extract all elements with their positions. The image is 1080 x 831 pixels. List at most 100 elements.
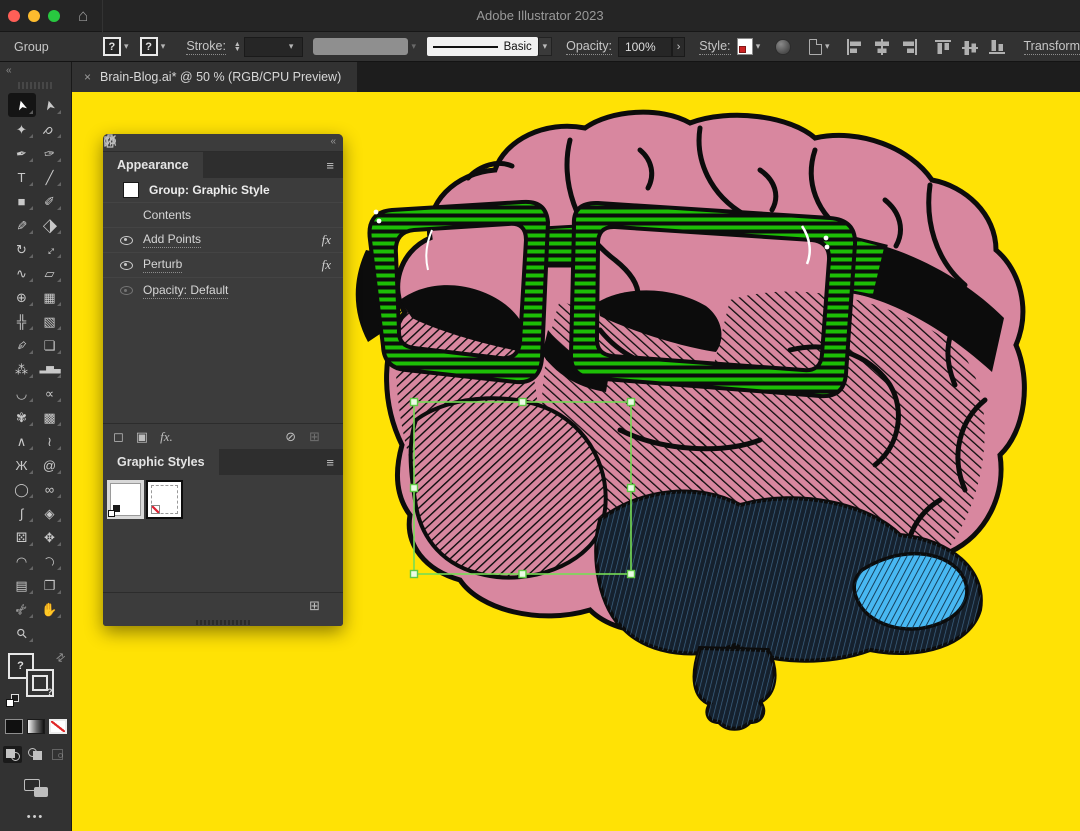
- close-window-button[interactable]: [8, 10, 20, 22]
- tool-symbol-sprayer[interactable]: ⁂: [8, 357, 36, 381]
- document-setup-chevron-icon[interactable]: ▾: [825, 41, 830, 52]
- tool-width[interactable]: ∿: [8, 261, 36, 285]
- vertical-align-bottom-icon[interactable]: [988, 38, 1008, 56]
- appearance-row-group-style[interactable]: Group: Graphic Style: [103, 178, 343, 203]
- tool-lasso-select[interactable]: ∝: [36, 381, 64, 405]
- graphic-style-default-swatch[interactable]: [107, 480, 144, 519]
- vertical-align-center-icon[interactable]: [961, 38, 981, 56]
- stroke-dropdown-chevron-icon[interactable]: ▾: [161, 41, 166, 52]
- appearance-row-contents[interactable]: Contents: [103, 203, 343, 228]
- selection-handle[interactable]: [411, 485, 418, 492]
- artboard-canvas[interactable]: × « Appearance ≡ Group: Graphic Style: [72, 92, 1080, 831]
- add-new-stroke-icon[interactable]: ◻: [113, 429, 124, 445]
- tool-twirl[interactable]: @: [36, 453, 64, 477]
- graphic-style-swatch[interactable]: [737, 38, 753, 55]
- tool-gradient[interactable]: ▧: [36, 309, 64, 333]
- toolbar-collapse-icon[interactable]: «: [6, 65, 11, 76]
- tool-texture[interactable]: ▩: [36, 405, 64, 429]
- tool-binoculars[interactable]: ∞: [36, 477, 64, 501]
- tool-measure[interactable]: ▤: [8, 573, 36, 597]
- width-profile-chevron-icon[interactable]: ▾: [411, 41, 416, 52]
- graphic-style-custom-swatch[interactable]: [146, 480, 183, 519]
- duplicate-item-icon[interactable]: ⊞: [309, 429, 320, 445]
- tool-perspective-grid[interactable]: ▦: [36, 285, 64, 309]
- stroke-color-proxy[interactable]: ?: [140, 37, 158, 56]
- tool-zoom[interactable]: ⚲: [8, 621, 36, 645]
- opacity-label[interactable]: Opacity:: [566, 39, 612, 55]
- draw-inside-button[interactable]: [49, 746, 68, 763]
- appearance-row-perturb[interactable]: Perturb fx: [103, 253, 343, 278]
- tool-puppet-warp[interactable]: ✥: [36, 525, 64, 549]
- new-graphic-style-icon[interactable]: ⊞: [309, 598, 320, 614]
- clear-appearance-icon[interactable]: ⊘: [285, 429, 296, 445]
- stroke-weight-field[interactable]: ▾: [244, 37, 304, 57]
- tool-bristle-brush[interactable]: ✾: [8, 405, 36, 429]
- tool-direct-selection[interactable]: ➤: [36, 93, 64, 117]
- gradient-mode-button[interactable]: [27, 719, 45, 734]
- color-mode-button[interactable]: [5, 719, 23, 734]
- toolbar-grip[interactable]: [18, 82, 54, 89]
- selection-handle[interactable]: [519, 571, 526, 578]
- tool-ellipse[interactable]: ◯: [8, 477, 36, 501]
- add-new-effect-icon[interactable]: fx.: [160, 429, 173, 445]
- tool-arc[interactable]: ◠: [8, 549, 36, 573]
- none-mode-button[interactable]: [49, 719, 67, 734]
- tool-dice[interactable]: ⚄: [8, 525, 36, 549]
- tool-join[interactable]: ◡: [8, 381, 36, 405]
- tool-column-graph[interactable]: ▂▅▃: [36, 357, 64, 381]
- change-screen-mode-icon[interactable]: [24, 779, 48, 797]
- brush-dropdown-chevron-icon[interactable]: ▾: [538, 37, 552, 56]
- document-setup-icon[interactable]: [809, 39, 822, 55]
- tool-lasso[interactable]: ρ: [36, 117, 64, 141]
- horizontal-align-center-icon[interactable]: [872, 38, 892, 56]
- tab-graphic-styles[interactable]: Graphic Styles: [103, 449, 219, 475]
- tool-magic-wand[interactable]: ✦: [8, 117, 36, 141]
- tool-pen[interactable]: ✒: [8, 141, 36, 165]
- opacity-more-button[interactable]: ›: [672, 37, 685, 57]
- panel-collapse-icon[interactable]: «: [330, 136, 335, 147]
- stroke-swatch[interactable]: ?: [26, 669, 54, 697]
- selection-handle[interactable]: [519, 399, 526, 406]
- tool-curvature[interactable]: ✑: [36, 141, 64, 165]
- tool-blend[interactable]: ❏: [36, 333, 64, 357]
- tool-arc-adjust[interactable]: ◠: [36, 549, 64, 573]
- appearance-row-add-points[interactable]: Add Points fx: [103, 228, 343, 253]
- stroke-weight-stepper[interactable]: ▲▼: [234, 42, 241, 52]
- panel-resize-grip[interactable]: [103, 618, 343, 626]
- visibility-eye-icon-dim[interactable]: [120, 286, 133, 295]
- transform-link[interactable]: Transform: [1024, 39, 1080, 55]
- tool-free-transform[interactable]: ▱: [36, 261, 64, 285]
- visibility-eye-icon[interactable]: [120, 236, 133, 245]
- appearance-row-opacity[interactable]: Opacity: Default: [103, 278, 343, 303]
- swap-fill-stroke-icon[interactable]: ⇄: [53, 650, 68, 666]
- horizontal-align-left-icon[interactable]: [845, 38, 865, 56]
- draw-normal-button[interactable]: [3, 746, 22, 763]
- tool-knife[interactable]: ✄: [8, 597, 36, 621]
- tool-line-segment[interactable]: ╱: [36, 165, 64, 189]
- zoom-window-button[interactable]: [48, 10, 60, 22]
- fill-color-proxy[interactable]: ?: [103, 37, 121, 56]
- default-fill-stroke-icon[interactable]: [6, 694, 19, 707]
- minimize-window-button[interactable]: [28, 10, 40, 22]
- edit-toolbar-icon[interactable]: •••: [0, 811, 71, 823]
- tool-anchor-point[interactable]: ∧: [8, 429, 36, 453]
- home-icon[interactable]: ⌂: [78, 7, 88, 24]
- appearance-panel-menu-icon[interactable]: ≡: [326, 158, 334, 173]
- style-chevron-icon[interactable]: ▾: [756, 41, 761, 52]
- tool-mesh[interactable]: ╬: [8, 309, 36, 333]
- selection-handle[interactable]: [628, 485, 635, 492]
- fill-dropdown-chevron-icon[interactable]: ▾: [124, 41, 129, 52]
- horizontal-align-right-icon[interactable]: [899, 38, 919, 56]
- variable-width-profile-swatch[interactable]: [313, 38, 408, 55]
- tool-shape-builder[interactable]: ⊕: [8, 285, 36, 309]
- selection-handle[interactable]: [628, 399, 635, 406]
- tool-scale[interactable]: ↔: [36, 237, 64, 261]
- tool-reshape[interactable]: ≀: [36, 429, 64, 453]
- graphic-styles-panel-menu-icon[interactable]: ≡: [326, 455, 334, 470]
- stroke-label[interactable]: Stroke:: [186, 39, 226, 55]
- document-sync-globe-icon[interactable]: [775, 39, 790, 55]
- tool-shaper[interactable]: ✎: [8, 213, 36, 237]
- tab-appearance[interactable]: Appearance: [103, 152, 203, 178]
- tool-hand[interactable]: ✋: [36, 597, 64, 621]
- tool-pencil-squiggle[interactable]: ∫: [8, 501, 36, 525]
